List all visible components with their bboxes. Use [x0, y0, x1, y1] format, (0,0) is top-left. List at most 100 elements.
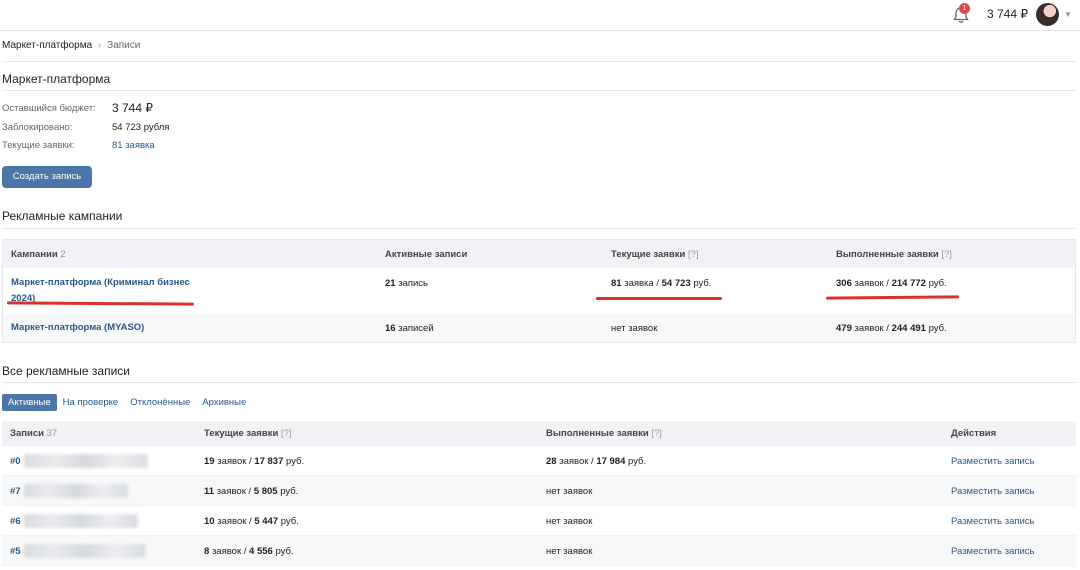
chevron-down-icon[interactable]: ▼: [1064, 10, 1072, 19]
done-requests: 479 заявок / 244 491 руб.: [836, 323, 947, 334]
currency: руб.: [928, 278, 947, 289]
header-label: Выполненные заявки: [546, 428, 649, 439]
unit: заявок /: [854, 323, 889, 334]
count: 306: [836, 278, 852, 289]
currency: руб.: [928, 323, 947, 334]
table-row: #5 8 заявок / 4 556 руб. нет заявок Разм…: [2, 536, 1076, 566]
balance-display[interactable]: 3 744 ₽: [987, 7, 1028, 21]
currency: руб.: [280, 486, 299, 497]
sum: 17 984: [596, 456, 626, 467]
table-row: #0 19 заявок / 17 837 руб. 28 заявок / 1…: [2, 446, 1076, 476]
requests-label: Текущие заявки:: [2, 140, 75, 151]
unit: заявок /: [216, 486, 252, 497]
notification-badge: 1: [959, 3, 970, 14]
divider: [2, 90, 1076, 91]
column-header-campaigns[interactable]: Кампании 2: [11, 249, 66, 260]
requests-link[interactable]: 81 заявка: [112, 140, 155, 151]
records-count: 37: [46, 428, 58, 439]
help-hint[interactable]: [?]: [688, 249, 699, 260]
sum: 17 837: [254, 456, 284, 467]
place-record-link[interactable]: Разместить запись: [951, 486, 1035, 497]
campaigns-title: Рекламные кампании: [2, 209, 123, 223]
divider: [2, 382, 1076, 383]
column-header-actions: Действия: [951, 428, 997, 439]
sum: 54 723: [661, 278, 691, 289]
breadcrumb-current: Записи: [107, 40, 141, 51]
tab-review[interactable]: На проверке: [57, 394, 125, 411]
sum: 5 447: [254, 516, 279, 527]
unit: заявка /: [624, 278, 659, 289]
blocked-value: 54 723 рубля: [112, 122, 170, 133]
record-id[interactable]: #5: [10, 546, 21, 557]
blocked-label: Заблокировано:: [2, 122, 73, 133]
campaign-link[interactable]: Маркет-платформа (MYASO): [11, 320, 144, 336]
table-header: Кампании 2 Активные записи Текущие заявк…: [3, 240, 1075, 268]
records-tabs: Активные На проверке Отклонённые Архивны…: [2, 394, 252, 411]
unit: заявок /: [559, 456, 594, 467]
count: 10: [204, 516, 215, 527]
count: 16: [385, 323, 396, 334]
unit: заявок /: [217, 456, 252, 467]
current-requests: 11 заявок / 5 805 руб.: [204, 486, 298, 497]
currency: руб.: [275, 546, 294, 557]
count: 21: [385, 278, 396, 289]
record-id[interactable]: #0: [10, 456, 21, 467]
tab-archived[interactable]: Архивные: [196, 394, 252, 411]
help-hint[interactable]: [?]: [941, 249, 952, 260]
breadcrumb-root[interactable]: Маркет-платформа: [2, 40, 92, 51]
records-title: Все рекламные записи: [2, 364, 131, 378]
place-record-link[interactable]: Разместить запись: [951, 516, 1035, 527]
help-hint[interactable]: [?]: [281, 428, 292, 439]
current-requests: нет заявок: [611, 323, 658, 334]
help-hint[interactable]: [?]: [651, 428, 662, 439]
sum: 4 556: [249, 546, 273, 557]
done-requests: 28 заявок / 17 984 руб.: [546, 456, 646, 467]
records-table: Записи 37 Текущие заявки [?] Выполненные…: [2, 421, 1076, 566]
column-header-done[interactable]: Выполненные заявки [?]: [836, 249, 952, 260]
table-row: #6 10 заявок / 5 447 руб. нет заявок Раз…: [2, 506, 1076, 536]
divider: [2, 228, 1076, 229]
tab-active[interactable]: Активные: [2, 394, 57, 411]
done-requests: 306 заявок / 214 772 руб.: [836, 278, 947, 289]
unit: запись: [398, 278, 429, 289]
column-header-records[interactable]: Записи 37: [10, 428, 57, 439]
current-requests: 10 заявок / 5 447 руб.: [204, 516, 299, 527]
tab-rejected[interactable]: Отклонённые: [124, 394, 196, 411]
record-id[interactable]: #6: [10, 516, 21, 527]
place-record-link[interactable]: Разместить запись: [951, 546, 1035, 557]
count: 479: [836, 323, 852, 334]
current-requests: 81 заявка / 54 723 руб.: [611, 278, 711, 289]
table-header: Записи 37 Текущие заявки [?] Выполненные…: [2, 421, 1076, 446]
campaigns-count: 2: [60, 249, 66, 260]
create-record-button[interactable]: Создать запись: [2, 166, 92, 188]
column-header-current[interactable]: Текущие заявки [?]: [611, 249, 699, 260]
table-row: #7 11 заявок / 5 805 руб. нет заявок Раз…: [2, 476, 1076, 506]
table-row: Маркет-платформа (MYASO) 16 записей нет …: [3, 314, 1075, 342]
active-records: 21 запись: [385, 278, 428, 289]
unit: заявок /: [854, 278, 889, 289]
header-label: Выполненные заявки: [836, 249, 939, 260]
count: 81: [611, 278, 622, 289]
count: 19: [204, 456, 215, 467]
place-record-link[interactable]: Разместить запись: [951, 456, 1035, 467]
count: 11: [204, 486, 215, 497]
campaign-name-line: Маркет-платформа (Криминал бизнес: [11, 277, 190, 288]
platform-title: Маркет-платформа: [2, 72, 111, 86]
blurred-record-title: [24, 454, 148, 468]
done-requests: нет заявок: [546, 486, 593, 497]
column-header-current[interactable]: Текущие заявки [?]: [204, 428, 292, 439]
avatar[interactable]: [1036, 3, 1059, 26]
column-header-active[interactable]: Активные записи: [385, 249, 467, 260]
table-row: Маркет-платформа (Криминал бизнес 2024) …: [3, 268, 1075, 314]
currency: руб.: [280, 516, 299, 527]
campaigns-table: Кампании 2 Активные записи Текущие заявк…: [2, 239, 1076, 343]
current-requests: 8 заявок / 4 556 руб.: [204, 546, 294, 557]
top-bar: 1 3 744 ₽ ▼: [0, 0, 1080, 31]
column-header-done[interactable]: Выполненные заявки [?]: [546, 428, 662, 439]
unit: заявок /: [211, 546, 247, 557]
active-records: 16 записей: [385, 323, 434, 334]
header-label: Текущие заявки: [204, 428, 279, 439]
record-id[interactable]: #7: [10, 486, 21, 497]
header-label: Записи: [10, 428, 44, 439]
divider: [2, 61, 1076, 62]
